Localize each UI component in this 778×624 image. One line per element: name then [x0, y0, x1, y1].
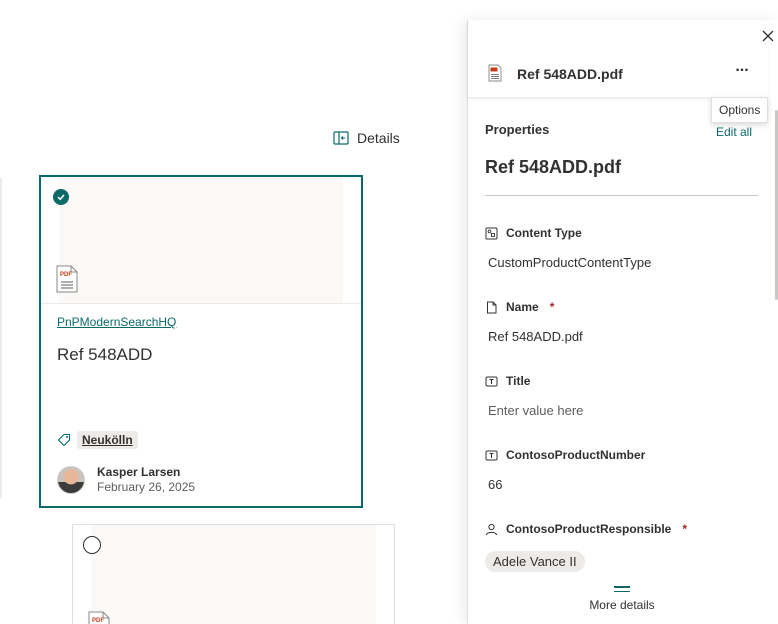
author-row: Kasper Larsen February 26, 2025 — [57, 465, 195, 494]
field-label: ContosoProductResponsible — [506, 522, 672, 536]
required-marker: * — [549, 300, 555, 314]
tag-icon — [57, 433, 71, 447]
pdf-badge-text: PDF — [92, 618, 104, 624]
details-label: Details — [357, 130, 400, 146]
pdf-file-icon — [488, 64, 502, 82]
avatar — [57, 465, 85, 494]
card-preview — [59, 177, 343, 303]
persona-chip[interactable]: Adele Vance II — [485, 551, 585, 572]
required-marker: * — [682, 522, 688, 536]
document-icon — [487, 301, 497, 313]
tag-row: Neukölln — [57, 431, 138, 449]
pdf-file-icon: PDF — [56, 265, 78, 293]
details-panel: Ref 548ADD.pdf ... Options Properties Ed… — [467, 20, 778, 624]
field-value[interactable]: CustomProductContentType — [485, 255, 758, 270]
field-product-responsible[interactable]: ContosoProductResponsible * Adele Vance … — [485, 521, 758, 572]
card-divider — [41, 303, 361, 304]
edit-all-link[interactable]: Edit all — [716, 125, 752, 139]
more-details-button[interactable]: More details — [568, 586, 676, 612]
title-input[interactable]: Enter value here — [485, 403, 758, 418]
author-name: Kasper Larsen — [97, 465, 181, 479]
field-title[interactable]: Title Enter value here — [485, 373, 758, 418]
tag-chip[interactable]: Neukölln — [77, 431, 138, 449]
field-content-type[interactable]: Content Type CustomProductContentType — [485, 225, 758, 270]
selected-check-icon[interactable] — [53, 189, 69, 205]
content-type-icon — [485, 227, 498, 239]
field-label: Name — [506, 300, 539, 314]
previous-card-edge — [0, 178, 2, 498]
properties-heading: Properties — [485, 122, 550, 137]
details-button[interactable]: Details — [333, 128, 400, 148]
card-preview — [91, 525, 376, 624]
modified-date: February 26, 2025 — [97, 480, 196, 494]
details-pane-icon — [333, 131, 349, 145]
more-options-button[interactable]: ... — [732, 59, 752, 80]
field-label: Title — [506, 374, 531, 388]
text-field-icon — [485, 376, 498, 386]
field-product-number[interactable]: ContosoProductNumber 66 — [485, 447, 758, 492]
options-tooltip: Options — [711, 97, 769, 123]
card-title[interactable]: Ref 548ADD — [57, 345, 152, 365]
select-circle-icon[interactable] — [83, 536, 101, 554]
site-link[interactable]: PnPModernSearchHQ — [57, 315, 176, 329]
field-value[interactable]: Ref 548ADD.pdf — [485, 329, 758, 344]
pdf-badge-text: PDF — [60, 272, 72, 278]
field-name[interactable]: Name * Ref 548ADD.pdf — [485, 299, 758, 344]
panel-file-title: Ref 548ADD.pdf — [517, 66, 623, 82]
field-label: ContosoProductNumber — [506, 448, 646, 462]
person-icon — [486, 523, 497, 535]
drag-handle-icon — [614, 586, 630, 592]
result-card[interactable]: PDF PnPModernSearchHQ Ref 548ADD Neuköll… — [39, 175, 363, 508]
divider — [485, 195, 758, 196]
field-label: Content Type — [506, 226, 582, 240]
field-value[interactable]: 66 — [485, 477, 758, 492]
pdf-file-icon: PDF — [88, 611, 110, 624]
file-name-heading: Ref 548ADD.pdf — [485, 157, 622, 177]
result-card[interactable]: PDF — [72, 524, 395, 624]
panel-header: Ref 548ADD.pdf ... — [468, 20, 768, 98]
text-field-icon — [485, 450, 498, 460]
more-details-label: More details — [589, 598, 655, 612]
